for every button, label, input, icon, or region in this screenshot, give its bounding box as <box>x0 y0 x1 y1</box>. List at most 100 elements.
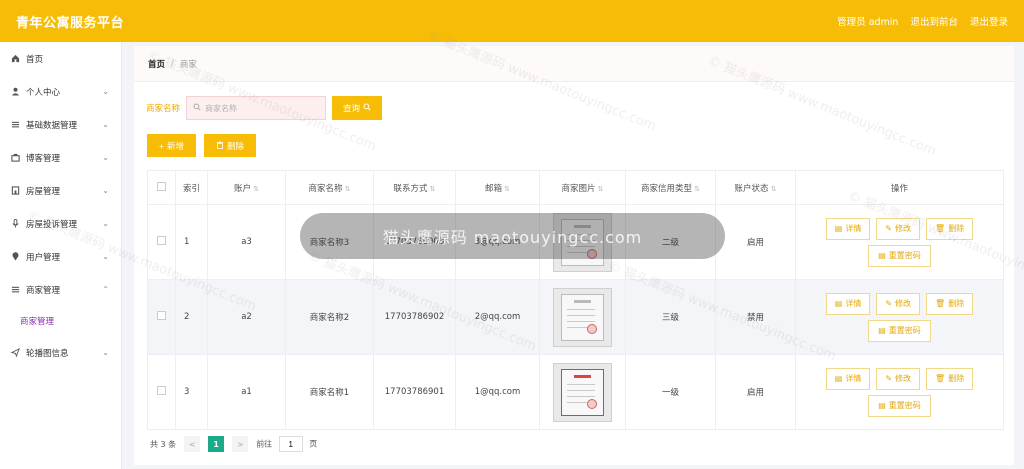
header-contact[interactable]: 联系方式 ⇅ <box>373 170 456 205</box>
cell-credit-type: 三级 <box>625 279 716 355</box>
sort-icon[interactable]: ⇅ <box>598 185 604 193</box>
cell-index: 2 <box>175 279 208 355</box>
detail-button[interactable]: ▤ 详情 <box>825 292 871 315</box>
goto-page-input[interactable] <box>278 436 303 452</box>
table-row: 3 a1 商家名称1 17703786901 1@qq.com 一级 启用 ▤ 详… <box>147 354 1004 430</box>
chevron-down-icon: ⌄ <box>102 219 109 228</box>
pagination: 共 3 条 < 1 > 前往 页 <box>150 436 317 452</box>
sidebar-item-personal-center[interactable]: 个人中心 ⌄ <box>0 75 121 108</box>
header-account-status[interactable]: 账户状态 ⇅ <box>715 170 796 205</box>
sidebar-item-label: 商家管理 <box>26 285 61 296</box>
reset-password-button[interactable]: ▤ 重置密码 <box>868 319 931 342</box>
delete-button[interactable]: 🗑 删除 <box>926 217 974 240</box>
trash-icon: 🗑 <box>935 374 946 383</box>
batch-delete-button[interactable]: 删除 <box>203 134 256 157</box>
exit-to-frontend-link[interactable]: 退出到前台 <box>910 14 958 28</box>
sort-icon[interactable]: ⇅ <box>253 185 259 193</box>
header-credit-type[interactable]: 商家信用类型 ⇅ <box>625 170 716 205</box>
page-number-button[interactable]: 1 <box>208 436 225 452</box>
add-button[interactable]: + 新增 <box>147 134 196 157</box>
header-index: 索引 <box>175 170 208 205</box>
search-button[interactable]: 查询 <box>332 96 383 120</box>
sidebar-item-complaints[interactable]: 房屋投诉管理 ⌄ <box>0 207 121 240</box>
cell-email: 1@qq.com <box>455 354 540 430</box>
cell-account: a3 <box>207 204 286 280</box>
sidebar-item-carousel[interactable]: 轮播图信息 ⌄ <box>0 336 121 369</box>
row-checkbox[interactable] <box>157 386 166 395</box>
reset-password-button[interactable]: ▤ 重置密码 <box>868 394 931 417</box>
sidebar-item-home[interactable]: 首页 <box>0 42 121 75</box>
breadcrumb: 首页 / 商家 <box>134 46 1014 82</box>
sidebar-item-users[interactable]: 用户管理 ⌄ <box>0 240 121 273</box>
delete-button[interactable]: 🗑 删除 <box>926 292 974 315</box>
header-account[interactable]: 账户 ⇅ <box>207 170 286 205</box>
cell-account-status: 启用 <box>715 204 796 280</box>
sort-icon[interactable]: ⇅ <box>694 185 700 193</box>
submenu-item-merchant-management[interactable]: 商家管理 <box>0 306 121 336</box>
delete-button[interactable]: 🗑 删除 <box>926 367 974 390</box>
send-icon <box>10 348 20 358</box>
cell-account: a1 <box>207 354 286 430</box>
sidebar-item-merchants[interactable]: 商家管理 ⌃ <box>0 273 121 306</box>
sort-icon[interactable]: ⇅ <box>771 185 777 193</box>
edit-icon: ✎ <box>885 374 893 383</box>
house-icon <box>10 186 20 196</box>
action-bar: + 新增 删除 <box>147 134 256 157</box>
breadcrumb-separator: / <box>171 58 174 69</box>
search-bar: 商家名称 查询 <box>146 96 383 120</box>
next-page-button[interactable]: > <box>232 436 249 452</box>
watermark-overlay-banner: 猫头鹰源码 maotouyingcc.com <box>300 213 725 259</box>
top-header: 青年公寓服务平台 管理员 admin 退出到前台 退出登录 <box>0 0 1024 42</box>
cell-email: 2@qq.com <box>455 279 540 355</box>
sidebar-item-basic-data[interactable]: 基础数据管理 ⌄ <box>0 108 121 141</box>
goto-page: 前往 页 <box>256 436 317 452</box>
sidebar-item-blog[interactable]: 博客管理 ⌄ <box>0 141 121 174</box>
header-email[interactable]: 邮箱 ⇅ <box>455 170 540 205</box>
edit-button[interactable]: ✎ 修改 <box>876 367 921 390</box>
menu-icon <box>10 285 20 295</box>
sidebar-item-label: 首页 <box>26 54 44 65</box>
header-merchant-name[interactable]: 商家名称 ⇅ <box>285 170 374 205</box>
header-merchant-image[interactable]: 商家图片 ⇅ <box>539 170 626 205</box>
edit-icon: ✎ <box>885 224 893 233</box>
cell-credit-type: 一级 <box>625 354 716 430</box>
row-checkbox[interactable] <box>157 236 166 245</box>
sort-icon[interactable]: ⇅ <box>504 185 510 193</box>
prev-page-button[interactable]: < <box>184 436 201 452</box>
edit-button[interactable]: ✎ 修改 <box>876 217 921 240</box>
sidebar-item-label: 房屋管理 <box>26 186 61 197</box>
edit-button[interactable]: ✎ 修改 <box>876 292 921 315</box>
admin-user-label[interactable]: 管理员 admin <box>837 14 898 28</box>
business-license-image[interactable] <box>553 287 612 347</box>
sidebar: 首页 个人中心 ⌄ 基础数据管理 ⌄ 博客管理 ⌄ 房屋管理 ⌄ 房屋投诉管理 … <box>0 42 122 469</box>
sidebar-item-house[interactable]: 房屋管理 ⌄ <box>0 174 121 207</box>
cell-operations: ▤ 详情 ✎ 修改 🗑 删除 ▤ 重置密码 <box>795 279 1004 355</box>
cell-contact: 17703786902 <box>373 279 456 355</box>
mic-icon <box>10 219 20 229</box>
list-icon <box>10 120 20 130</box>
user-icon <box>10 87 20 97</box>
trash-icon: 🗑 <box>935 299 946 308</box>
pagination-total: 共 3 条 <box>150 439 177 449</box>
reset-password-button[interactable]: ▤ 重置密码 <box>868 244 931 267</box>
breadcrumb-home[interactable]: 首页 <box>148 58 165 70</box>
trash-icon: 🗑 <box>935 224 946 233</box>
logout-link[interactable]: 退出登录 <box>970 14 1008 28</box>
business-license-image[interactable] <box>553 362 612 422</box>
sort-icon[interactable]: ⇅ <box>345 185 351 193</box>
cell-index: 3 <box>175 354 208 430</box>
chevron-down-icon: ⌄ <box>102 153 109 162</box>
cell-account-status: 启用 <box>715 354 796 430</box>
cell-index: 1 <box>175 204 208 280</box>
detail-button[interactable]: ▤ 详情 <box>825 217 871 240</box>
cell-account: a2 <box>207 279 286 355</box>
cell-merchant-image <box>539 354 626 430</box>
table-header-row: 索引 账户 ⇅ 商家名称 ⇅ 联系方式 ⇅ 邮箱 ⇅ 商家图片 ⇅ 商家信用类型 ⇅ 账户状… <box>147 170 1004 205</box>
edit-icon: ✎ <box>885 299 893 308</box>
search-input[interactable] <box>205 103 316 113</box>
chevron-up-icon: ⌃ <box>102 285 109 294</box>
select-all-checkbox[interactable] <box>157 181 166 191</box>
sort-icon[interactable]: ⇅ <box>430 185 436 193</box>
detail-button[interactable]: ▤ 详情 <box>825 367 871 390</box>
row-checkbox[interactable] <box>157 311 166 320</box>
